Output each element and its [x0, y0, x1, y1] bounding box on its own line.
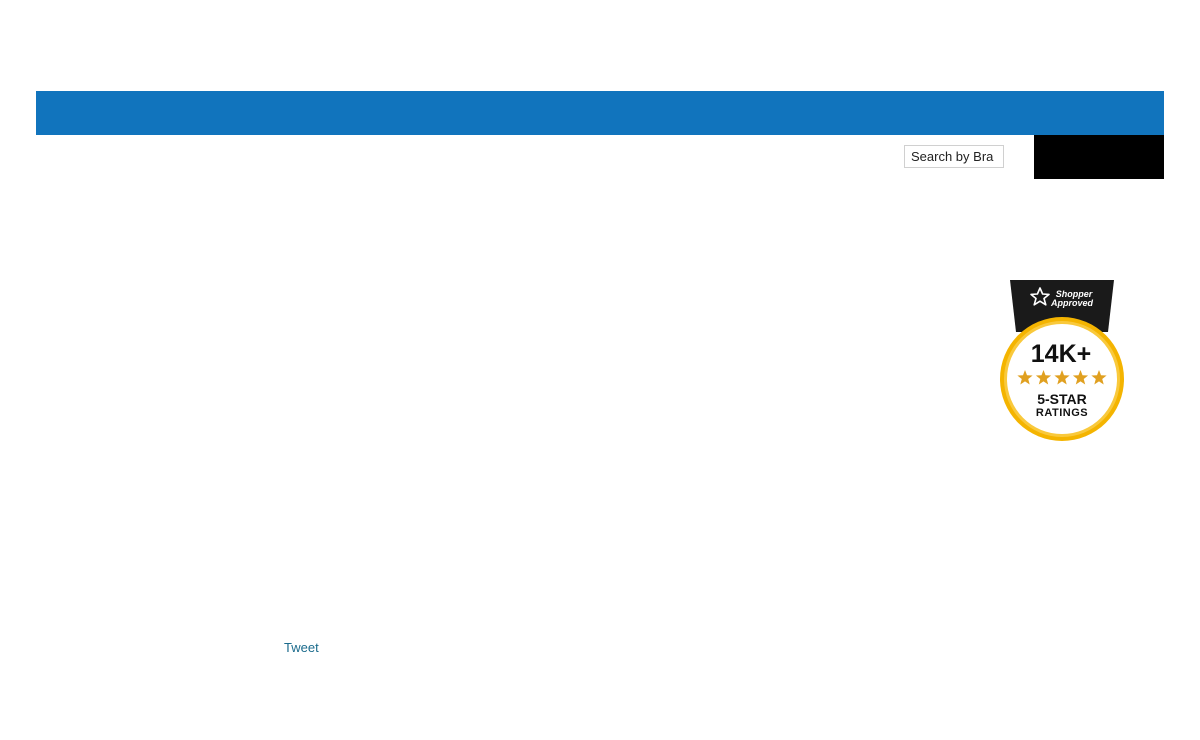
badge-count: 14K+ — [1031, 340, 1091, 368]
badge-rating-line1: 5-STAR — [1037, 391, 1087, 407]
badge-brand-line2: Approved — [1050, 298, 1094, 308]
badge-rating-line2: RATINGS — [1036, 407, 1088, 419]
search-input[interactable] — [904, 145, 1004, 168]
page: Shopper Approved 14K+ 5-STAR RATINGS Twe… — [0, 0, 1200, 740]
tweet-link[interactable]: Tweet — [284, 640, 319, 656]
shopper-approved-badge[interactable]: Shopper Approved 14K+ 5-STAR RATINGS — [996, 280, 1128, 446]
badge-graphic: Shopper Approved 14K+ 5-STAR RATINGS — [1000, 280, 1124, 441]
header-bar — [36, 91, 1164, 135]
search-button[interactable] — [1034, 135, 1164, 179]
